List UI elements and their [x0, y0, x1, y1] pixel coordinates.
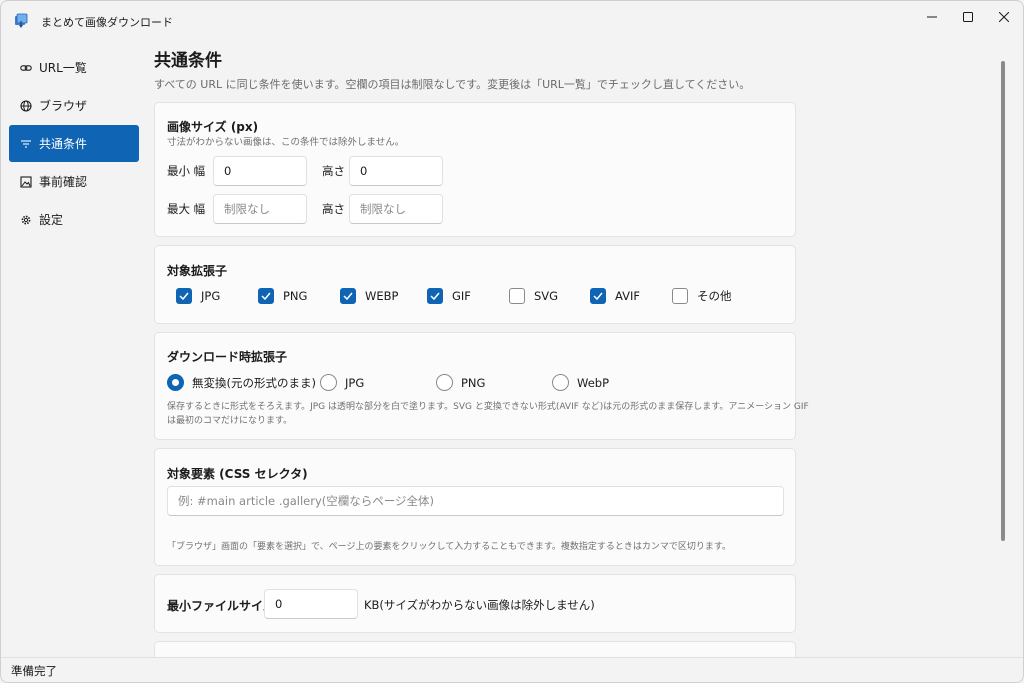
check-icon	[179, 292, 189, 300]
radio-dot	[436, 374, 453, 391]
radio-dot	[320, 374, 337, 391]
sidebar-item-browser[interactable]: ブラウザ	[9, 87, 139, 124]
download-ext-jpg-radio[interactable]: JPG	[320, 374, 364, 391]
sidebar-item-label: 設定	[39, 213, 64, 227]
ext-label: JPG	[201, 289, 221, 303]
max-width-input[interactable]: 制限なし	[213, 194, 307, 224]
status-text: 準備完了	[11, 664, 57, 678]
window-title: まとめて画像ダウンロード	[41, 16, 173, 29]
max-height-input[interactable]: 制限なし	[349, 194, 443, 224]
page-description: すべての URL に同じ条件を使います。空欄の項目は制限なしです。変更後は「UR…	[154, 78, 751, 91]
sidebar: URL一覧 ブラウザ 共通条件 事前確認 設定	[1, 49, 147, 239]
css-selector-input[interactable]: 例: #main article .gallery(空欄ならページ全体)	[167, 486, 784, 516]
extensions-list: JPG PNG WEBP GIF SVG AVIF その他	[176, 288, 786, 306]
sidebar-item-common-conditions[interactable]: 共通条件	[9, 125, 139, 162]
download-ext-webp-radio[interactable]: WebP	[552, 374, 609, 391]
ext-avif-checkbox[interactable]: AVIF	[590, 288, 640, 304]
ext-gif-checkbox[interactable]: GIF	[427, 288, 471, 304]
title-bar: まとめて画像ダウンロード	[1, 1, 1023, 41]
close-button[interactable]	[981, 1, 1023, 33]
checkbox-box	[176, 288, 192, 304]
download-ext-hint-line2: は最初のコマだけになります。	[167, 416, 293, 426]
checkbox-box	[340, 288, 356, 304]
vertical-scrollbar[interactable]	[1001, 61, 1005, 541]
image-size-hint: 寸法がわからない画像は、この条件では除外しません。	[167, 137, 405, 148]
min-file-size-input[interactable]: 0	[264, 589, 358, 619]
page-header: 共通条件 すべての URL に同じ条件を使います。空欄の項目は制限なしです。変更…	[154, 49, 804, 93]
image-size-title: 画像サイズ (px)	[167, 120, 259, 134]
radio-dot	[552, 374, 569, 391]
check-icon	[593, 292, 603, 300]
check-icon	[430, 292, 440, 300]
download-ext-card: ダウンロード時拡張子 無変換(元の形式のまま) JPG PNG WebP 保存す…	[154, 332, 809, 440]
sidebar-item-preview[interactable]: 事前確認	[9, 163, 139, 200]
ext-label: AVIF	[615, 289, 641, 303]
checkbox-box	[427, 288, 443, 304]
radio-dot	[167, 374, 184, 391]
ext-jpg-checkbox[interactable]: JPG	[176, 288, 220, 304]
filter-icon	[20, 138, 32, 150]
min-height-label: 高さ	[322, 164, 345, 178]
download-ext-title: ダウンロード時拡張子	[167, 350, 288, 364]
extensions-title: 対象拡張子	[167, 264, 228, 278]
ext-label: その他	[697, 289, 732, 303]
close-icon	[999, 12, 1009, 22]
page-title: 共通条件	[154, 51, 222, 71]
min-width-input[interactable]: 0	[213, 156, 307, 186]
max-width-label: 最大 幅	[167, 202, 206, 216]
extensions-card: 対象拡張子 JPG PNG WEBP GIF SVG AVIF その他	[154, 245, 796, 324]
check-icon	[261, 292, 271, 300]
checkbox-box	[590, 288, 606, 304]
sidebar-item-label: ブラウザ	[39, 99, 88, 113]
min-width-label: 最小 幅	[167, 164, 206, 178]
ext-label: GIF	[452, 289, 471, 303]
ext-label: WEBP	[365, 289, 399, 303]
ext-webp-checkbox[interactable]: WEBP	[340, 288, 398, 304]
checkbox-box	[258, 288, 274, 304]
maximize-icon	[963, 12, 973, 22]
min-file-size-unit-note: KB(サイズがわからない画像は除外しません)	[364, 598, 595, 612]
max-height-label: 高さ	[322, 202, 345, 216]
check-icon	[343, 292, 353, 300]
minimize-icon	[927, 16, 937, 18]
radio-label: PNG	[461, 375, 486, 390]
min-file-size-label: 最小ファイルサイズ	[167, 599, 275, 613]
gear-icon	[20, 214, 32, 226]
sidebar-item-settings[interactable]: 設定	[9, 201, 139, 238]
sidebar-item-label: 共通条件	[39, 137, 88, 151]
ext-label: SVG	[534, 289, 559, 303]
download-ext-png-radio[interactable]: PNG	[436, 374, 485, 391]
radio-label: 無変換(元の形式のまま)	[192, 375, 316, 390]
radio-label: JPG	[345, 375, 365, 390]
ext-png-checkbox[interactable]: PNG	[258, 288, 307, 304]
min-height-input[interactable]: 0	[349, 156, 443, 186]
radio-label: WebP	[577, 375, 610, 390]
globe-icon	[20, 99, 32, 112]
download-ext-original-radio[interactable]: 無変換(元の形式のまま)	[167, 374, 316, 391]
ext-label: PNG	[283, 289, 308, 303]
selector-title: 対象要素 (CSS セレクタ)	[167, 467, 308, 481]
sidebar-item-label: 事前確認	[39, 175, 88, 189]
image-size-card: 画像サイズ (px) 寸法がわからない画像は、この条件では除外しません。 最小 …	[154, 102, 796, 237]
image-icon	[20, 175, 32, 188]
app-window: まとめて画像ダウンロード URL一覧 ブラウザ 共通条件 事前確認 設定 共通条…	[0, 0, 1024, 683]
selector-hint: 「ブラウザ」画面の「要素を選択」で、ページ上の要素をクリックして入力することもで…	[167, 542, 732, 552]
selector-card: 対象要素 (CSS セレクタ) 例: #main article .galler…	[154, 448, 796, 566]
checkbox-box	[672, 288, 688, 304]
link-icon	[20, 62, 32, 74]
download-ext-hint-line1: 保存するときに形式をそろえます。JPG は透明な部分を白で塗ります。SVG と変…	[167, 402, 809, 412]
status-bar: 準備完了	[1, 657, 1023, 682]
ext-svg-checkbox[interactable]: SVG	[509, 288, 558, 304]
app-logo-icon	[13, 13, 29, 29]
min-file-size-card: 最小ファイルサイズ 0 KB(サイズがわからない画像は除外しません)	[154, 574, 796, 633]
checkbox-box	[509, 288, 525, 304]
sidebar-item-label: URL一覧	[39, 61, 87, 75]
sidebar-item-url-list[interactable]: URL一覧	[9, 49, 139, 86]
ext-other-checkbox[interactable]: その他	[672, 288, 732, 304]
